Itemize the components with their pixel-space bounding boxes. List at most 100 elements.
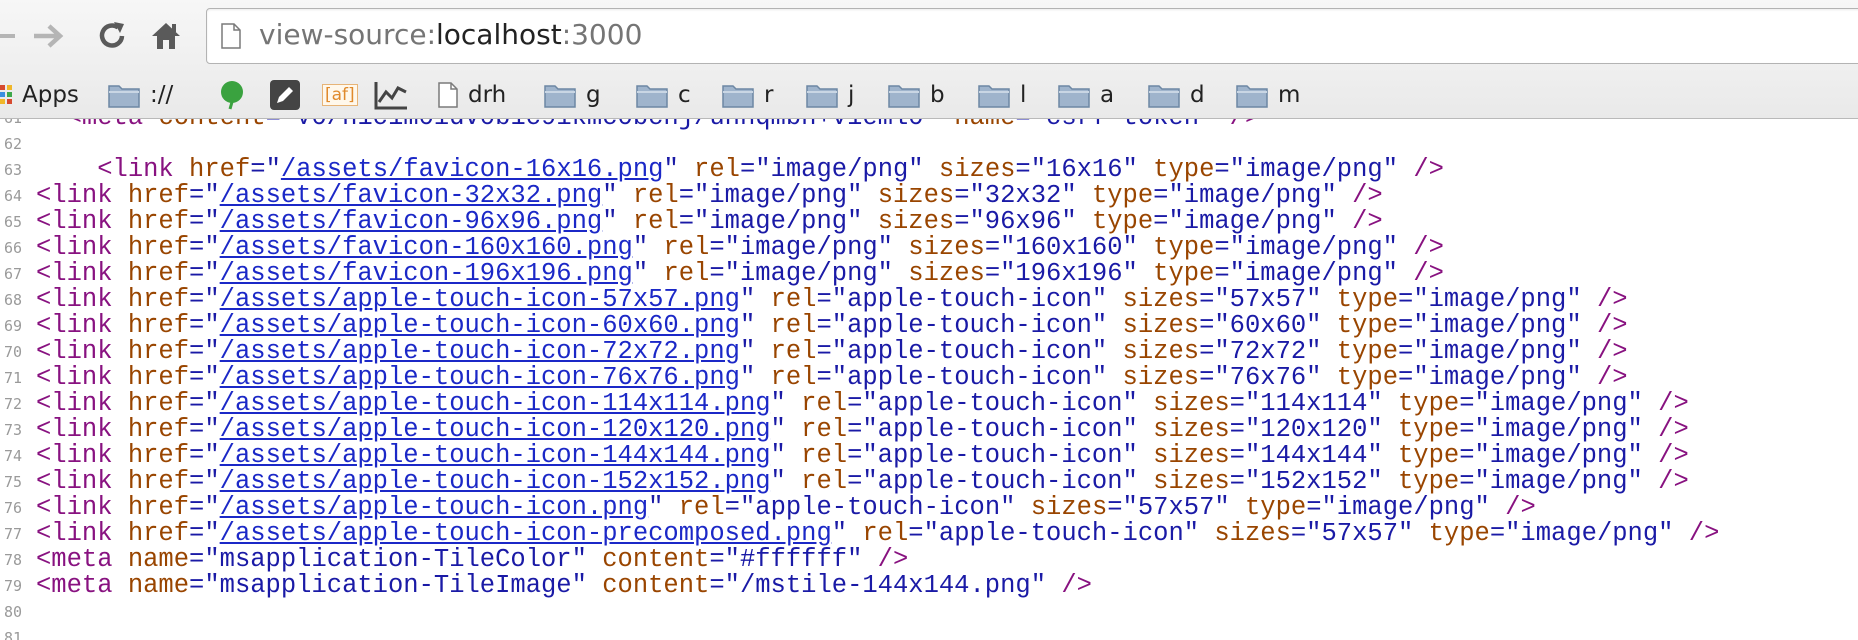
source-token: ="image/png"	[1398, 311, 1597, 340]
bookmark-label: a	[1100, 82, 1115, 108]
bookmark-chart[interactable]	[374, 76, 418, 114]
source-token: "	[770, 467, 802, 496]
bookmark-folder-l[interactable]: l	[978, 76, 1026, 114]
folder-icon	[722, 85, 754, 108]
source-token: ="apple-touch-icon"	[847, 467, 1154, 496]
source-link[interactable]: /assets/favicon-196x196.png	[220, 259, 633, 288]
source-token: <link	[36, 363, 128, 392]
page-icon	[438, 82, 458, 108]
bookmark-pencil[interactable]	[270, 76, 310, 114]
source-link[interactable]: /assets/apple-touch-icon-72x72.png	[220, 337, 740, 366]
source-link[interactable]: /assets/favicon-160x160.png	[220, 233, 633, 262]
source-token: ="apple-touch-icon"	[724, 493, 1031, 522]
bookmark-folder-protocol[interactable]: ://	[108, 76, 173, 114]
source-link[interactable]: /assets/apple-touch-icon-120x120.png	[220, 415, 771, 444]
source-token: rel	[770, 311, 817, 340]
source-token: <link	[36, 519, 128, 548]
source-link[interactable]: /assets/apple-touch-icon-57x57.png	[220, 285, 740, 314]
source-token: sizes	[1030, 493, 1108, 522]
source-token: />	[1596, 337, 1628, 366]
back-arrow-icon	[0, 34, 15, 38]
source-token: "	[648, 493, 679, 522]
source-token: <link	[36, 415, 128, 444]
source-link[interactable]: /assets/apple-touch-icon-76x76.png	[220, 363, 740, 392]
source-token: ="image/png"	[1214, 259, 1414, 288]
bookmark-folder-a[interactable]: a	[1058, 76, 1114, 114]
source-token: ="	[1015, 119, 1046, 132]
url-text[interactable]: view-source:localhost:3000	[259, 17, 642, 53]
source-token: <link	[36, 337, 128, 366]
source-token: ="72x72"	[1199, 337, 1337, 366]
source-token: />	[1352, 181, 1383, 210]
folder-icon	[636, 85, 668, 108]
source-token: "	[632, 233, 664, 262]
bookmark-af[interactable]: [af]	[322, 76, 368, 114]
source-link[interactable]: /assets/apple-touch-icon-152x152.png	[220, 467, 771, 496]
page-icon	[221, 23, 241, 49]
forward-button[interactable]	[28, 14, 68, 58]
source-token: ="196x196"	[984, 259, 1154, 288]
source-token: rel	[632, 207, 679, 236]
source-text: <link href="/assets/favicon-32x32.png" r…	[36, 183, 1383, 209]
source-link[interactable]: /assets/favicon-96x96.png	[220, 207, 603, 236]
bookmark-folder-c[interactable]: c	[636, 76, 691, 114]
source-token: <link	[36, 467, 128, 496]
source-token: <meta	[36, 571, 128, 600]
source-token: "	[739, 363, 771, 392]
home-button[interactable]	[146, 14, 186, 58]
line-number: 75	[3, 473, 22, 491]
bookmark-folder-d[interactable]: d	[1148, 76, 1205, 114]
source-text: <link href="/assets/apple-touch-icon-60x…	[36, 313, 1628, 339]
folder-icon	[1058, 85, 1090, 108]
source-token: ="apple-touch-icon"	[816, 337, 1123, 366]
source-text: <link href="/assets/favicon-16x16.png" r…	[36, 157, 1444, 183]
bookmark-folder-g[interactable]: g	[544, 76, 601, 114]
bookmark-folder-j[interactable]: j	[806, 76, 854, 114]
source-token: <link	[36, 493, 128, 522]
bookmark-folder-r[interactable]: r	[722, 76, 773, 114]
source-text: <link href="/assets/apple-touch-icon-pre…	[36, 521, 1719, 547]
source-token: />	[1596, 285, 1628, 314]
source-link[interactable]: /assets/apple-touch-icon-114x114.png	[220, 389, 771, 418]
bookmark-folder-b[interactable]: b	[888, 76, 945, 114]
source-token: sizes	[1122, 285, 1200, 314]
back-button[interactable]	[0, 14, 22, 58]
chart-line-icon	[374, 82, 407, 110]
source-text: <link href="/assets/apple-touch-icon-152…	[36, 469, 1689, 495]
source-link[interactable]: /assets/apple-touch-icon-precomposed.png	[220, 519, 832, 548]
url-host: localhost	[436, 18, 562, 51]
source-token: name	[127, 571, 190, 600]
source-token: ="image/png"	[1153, 207, 1353, 236]
line-number: 80	[3, 603, 22, 621]
line-number: 69	[3, 317, 22, 335]
source-token: type	[1336, 311, 1399, 340]
source-token: ="apple-touch-icon"	[847, 389, 1154, 418]
bookmark-apps[interactable]: Apps	[0, 76, 79, 114]
source-token: />	[1413, 233, 1444, 262]
source-token: ="	[189, 493, 220, 522]
source-token: ="image/png"	[1459, 467, 1659, 496]
source-token: ="image/png"	[678, 181, 878, 210]
bookmark-green-leaf[interactable]	[218, 76, 256, 114]
source-token: href	[127, 207, 190, 236]
view-source-content: 61 <meta content="V0/h1c1m0idv0b1c9ikmc0…	[0, 119, 1858, 640]
source-link[interactable]: /assets/favicon-16x16.png	[281, 155, 664, 184]
source-token: />	[1413, 259, 1444, 288]
address-bar[interactable]: view-source:localhost:3000	[206, 8, 1858, 64]
source-token: ="	[189, 389, 220, 418]
source-link[interactable]: /assets/apple-touch-icon-60x60.png	[220, 311, 740, 340]
source-token: sizes	[908, 259, 985, 288]
source-token: ="60x60"	[1199, 311, 1337, 340]
source-token: href	[127, 389, 190, 418]
source-link[interactable]: /assets/apple-touch-icon.png	[220, 493, 648, 522]
bookmark-drh[interactable]: drh	[438, 76, 506, 114]
line-number: 67	[3, 265, 22, 283]
source-token: type	[1244, 493, 1307, 522]
source-text: <link href="/assets/apple-touch-icon-57x…	[36, 287, 1628, 313]
source-token: />	[877, 545, 909, 574]
reload-button[interactable]	[92, 14, 132, 58]
source-link[interactable]: /assets/apple-touch-icon-144x144.png	[220, 441, 771, 470]
bookmark-folder-m[interactable]: m	[1236, 76, 1300, 114]
source-token: "	[739, 285, 771, 314]
source-link[interactable]: /assets/favicon-32x32.png	[220, 181, 603, 210]
